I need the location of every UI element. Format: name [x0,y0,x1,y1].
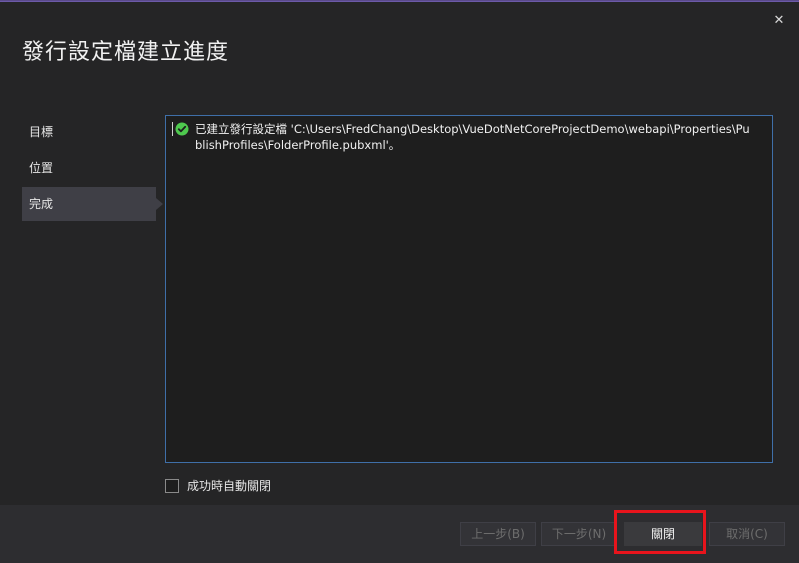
previous-button[interactable]: 上一步(B) [460,522,536,546]
auto-close-label: 成功時自動關閉 [187,479,272,493]
check-circle-icon [175,122,189,136]
publish-profile-dialog: ✕ 發行設定檔建立進度 目標 位置 完成 已建立發行設定檔 'C:\Users\… [0,0,799,563]
log-entry: 已建立發行設定檔 'C:\Users\FredChang\Desktop\Vue… [172,121,755,153]
step-location[interactable]: 位置 [22,151,156,185]
auto-close-option[interactable]: 成功時自動關閉 [165,477,271,494]
wizard-steps: 目標 位置 完成 [22,115,163,223]
dialog-footer: 上一步(B) 下一步(N) 關閉 取消(C) [0,505,799,563]
cancel-button[interactable]: 取消(C) [709,522,785,546]
log-message: 已建立發行設定檔 'C:\Users\FredChang\Desktop\Vue… [195,122,750,152]
close-icon[interactable]: ✕ [771,13,787,29]
title-accent-line [0,1,799,2]
auto-close-checkbox[interactable] [165,478,179,493]
next-button[interactable]: 下一步(N) [541,522,617,546]
page-title: 發行設定檔建立進度 [22,40,230,65]
step-target[interactable]: 目標 [22,115,156,149]
progress-log[interactable]: 已建立發行設定檔 'C:\Users\FredChang\Desktop\Vue… [165,115,773,463]
text-caret [172,122,173,136]
step-finish[interactable]: 完成 [22,187,163,221]
close-button[interactable]: 關閉 [624,522,702,546]
